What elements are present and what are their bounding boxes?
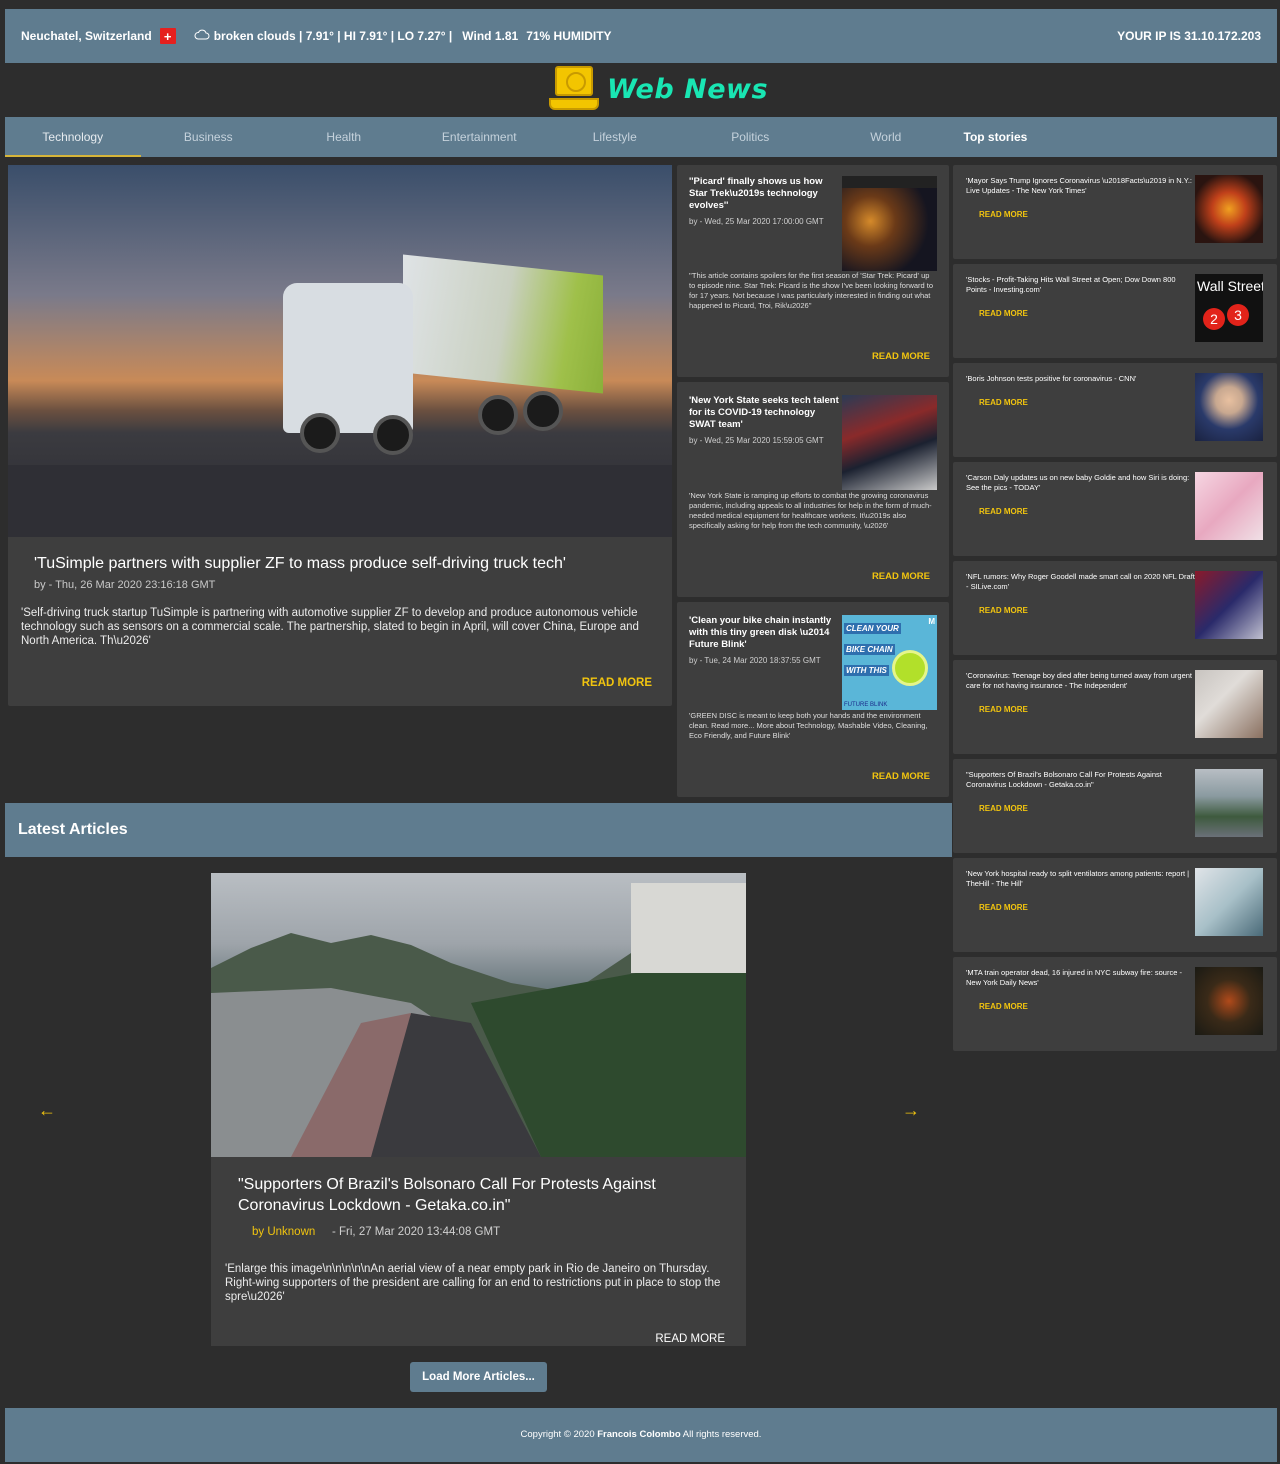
article-description: ''This article contains spoilers for the… — [689, 271, 934, 310]
read-more-link[interactable]: READ MORE — [979, 606, 1028, 615]
category-nav: Technology Business Health Entertainment… — [5, 117, 1277, 157]
top-story-title[interactable]: 'Mayor Says Trump Ignores Coronavirus \u… — [966, 176, 1196, 196]
article-thumbnail[interactable] — [842, 176, 937, 271]
story-thumbnail[interactable] — [1195, 868, 1263, 936]
article-thumbnail[interactable] — [842, 395, 937, 490]
tab-politics[interactable]: Politics — [683, 117, 819, 157]
site-logo[interactable]: Web News — [549, 66, 768, 112]
article-meta: by - Wed, 25 Mar 2020 15:59:05 GMT — [689, 436, 824, 445]
read-more-link[interactable]: READ MORE — [979, 398, 1028, 407]
read-more-link[interactable]: READ MORE — [979, 705, 1028, 714]
story-thumbnail[interactable] — [1195, 670, 1263, 738]
top-story-title[interactable]: 'Stocks - Profit-Taking Hits Wall Street… — [966, 275, 1196, 295]
story-thumbnail[interactable] — [1195, 769, 1263, 837]
article-title[interactable]: ''Picard' finally shows us how Star Trek… — [689, 176, 841, 212]
author-name: Francois Colombo — [597, 1429, 681, 1440]
latest-articles-header: Latest Articles — [5, 803, 952, 857]
tab-technology[interactable]: Technology — [5, 117, 141, 157]
article-date: - Fri, 27 Mar 2020 13:44:08 GMT — [332, 1226, 501, 1238]
carousel-article-description: 'Enlarge this image\n\n\n\n\nAn aerial v… — [225, 1263, 721, 1303]
top-story-item: 'Carson Daly updates us on new baby Gold… — [953, 462, 1277, 556]
cloud-icon — [194, 29, 210, 43]
story-thumbnail[interactable] — [1195, 373, 1263, 441]
top-story-title[interactable]: 'Coronavirus: Teenage boy died after bei… — [966, 671, 1196, 691]
featured-read-more-link[interactable]: READ MORE — [582, 677, 652, 689]
article-card: 'New York State seeks tech talent for it… — [677, 382, 949, 597]
tab-health[interactable]: Health — [276, 117, 412, 157]
article-title[interactable]: 'New York State seeks tech talent for it… — [689, 395, 841, 431]
tab-top-stories[interactable]: Top stories — [954, 117, 1090, 157]
article-meta: by - Tue, 24 Mar 2020 18:37:55 GMT — [689, 656, 821, 665]
top-story-item: 'New York hospital ready to split ventil… — [953, 858, 1277, 952]
story-thumbnail[interactable] — [1195, 472, 1263, 540]
weather-text: broken clouds | 7.91° | HI 7.91° | LO 7.… — [213, 29, 453, 43]
article-description: 'GREEN DISC is meant to keep both your h… — [689, 711, 928, 740]
article-description: 'New York State is ramping up efforts to… — [689, 491, 932, 530]
ip-address: YOUR IP IS 31.10.172.203 — [1117, 29, 1261, 43]
top-story-item: 'Coronavirus: Teenage boy died after bei… — [953, 660, 1277, 754]
carousel-article-card: "Supporters Of Brazil's Bolsonaro Call F… — [211, 873, 746, 1346]
brand-name: Web News — [607, 73, 769, 105]
featured-article-title[interactable]: 'TuSimple partners with supplier ZF to m… — [34, 555, 566, 573]
article-card: 'Clean your bike chain instantly with th… — [677, 602, 949, 797]
top-story-title[interactable]: 'NFL rumors: Why Roger Goodell made smar… — [966, 572, 1196, 592]
read-more-link[interactable]: READ MORE — [872, 351, 930, 362]
featured-article-meta: by - Thu, 26 Mar 2020 23:16:18 GMT — [34, 579, 216, 591]
tab-world[interactable]: World — [818, 117, 954, 157]
read-more-link[interactable]: READ MORE — [979, 210, 1028, 219]
swiss-flag-icon: + — [159, 28, 176, 44]
carousel-article-title[interactable]: "Supporters Of Brazil's Bolsonaro Call F… — [238, 1174, 733, 1216]
read-more-link[interactable]: READ MORE — [979, 1002, 1028, 1011]
top-story-title[interactable]: 'Boris Johnson tests positive for corona… — [966, 374, 1196, 384]
top-story-title[interactable]: 'New York hospital ready to split ventil… — [966, 869, 1196, 889]
top-story-title[interactable]: 'Carson Daly updates us on new baby Gold… — [966, 473, 1196, 493]
laptop-globe-icon — [549, 66, 599, 112]
copyright-prefix: Copyright © 2020 — [520, 1429, 598, 1440]
top-story-item: 'Stocks - Profit-Taking Hits Wall Street… — [953, 264, 1277, 358]
footer: Copyright © 2020 Francois Colombo All ri… — [5, 1408, 1277, 1462]
story-thumbnail[interactable] — [1195, 571, 1263, 639]
humidity-text: 71% HUMIDITY — [526, 29, 612, 43]
carousel-read-more-link[interactable]: READ MORE — [655, 1333, 725, 1345]
arrow-left-icon[interactable]: ← — [38, 1100, 56, 1121]
article-title[interactable]: 'Clean your bike chain instantly with th… — [689, 615, 841, 651]
story-thumbnail[interactable]: Wall Street 2 3 — [1195, 274, 1263, 342]
article-card: ''Picard' finally shows us how Star Trek… — [677, 165, 949, 377]
copyright-suffix: All rights reserved. — [680, 1429, 762, 1440]
story-thumbnail[interactable] — [1195, 175, 1263, 243]
weather-bar: Neuchatel, Switzerland + broken clouds |… — [5, 9, 1277, 63]
read-more-link[interactable]: READ MORE — [979, 804, 1028, 813]
article-meta: by - Wed, 25 Mar 2020 17:00:00 GMT — [689, 217, 824, 226]
top-story-item: 'NFL rumors: Why Roger Goodell made smar… — [953, 561, 1277, 655]
arrow-right-icon[interactable]: → — [902, 1100, 920, 1121]
article-thumbnail[interactable]: CLEAN YOUR BIKE CHAIN WITH THIS M FUTURE… — [842, 615, 937, 710]
top-story-title[interactable]: 'MTA train operator dead, 16 injured in … — [966, 968, 1196, 988]
read-more-link[interactable]: READ MORE — [979, 309, 1028, 318]
featured-article-image[interactable] — [8, 165, 672, 537]
top-story-item: 'MTA train operator dead, 16 injured in … — [953, 957, 1277, 1051]
top-story-title[interactable]: "Supporters Of Brazil's Bolsonaro Call F… — [966, 770, 1196, 790]
read-more-link[interactable]: READ MORE — [979, 507, 1028, 516]
article-author[interactable]: by Unknown — [252, 1226, 315, 1238]
top-story-item: 'Mayor Says Trump Ignores Coronavirus \u… — [953, 165, 1277, 259]
wind-text: Wind 1.81 — [462, 29, 519, 43]
latest-articles-heading: Latest Articles — [18, 821, 128, 838]
tab-entertainment[interactable]: Entertainment — [412, 117, 548, 157]
top-story-item: "Supporters Of Brazil's Bolsonaro Call F… — [953, 759, 1277, 853]
tab-lifestyle[interactable]: Lifestyle — [547, 117, 683, 157]
location-text: Neuchatel, Switzerland — [21, 29, 152, 43]
featured-article-description: 'Self-driving truck startup TuSimple is … — [21, 607, 639, 647]
read-more-link[interactable]: READ MORE — [872, 571, 930, 582]
top-story-item: 'Boris Johnson tests positive for corona… — [953, 363, 1277, 457]
featured-article: 'TuSimple partners with supplier ZF to m… — [8, 165, 672, 706]
read-more-link[interactable]: READ MORE — [979, 903, 1028, 912]
load-more-button[interactable]: Load More Articles... — [410, 1362, 547, 1392]
story-thumbnail[interactable] — [1195, 967, 1263, 1035]
carousel-article-image[interactable] — [211, 873, 746, 1157]
tab-business[interactable]: Business — [141, 117, 277, 157]
read-more-link[interactable]: READ MORE — [872, 771, 930, 782]
